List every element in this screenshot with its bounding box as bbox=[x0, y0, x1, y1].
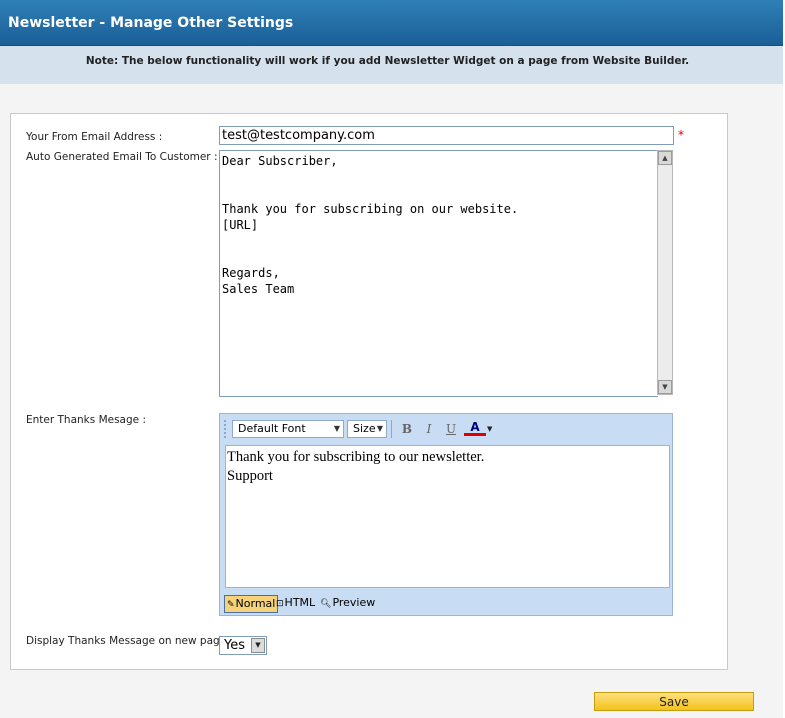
note-text: Note: The below functionality will work … bbox=[85, 55, 690, 67]
bold-button[interactable]: B bbox=[398, 421, 416, 437]
italic-button[interactable]: I bbox=[420, 421, 438, 437]
select-value: Yes bbox=[224, 638, 245, 653]
font-color-icon: A bbox=[470, 420, 480, 434]
save-button[interactable]: Save bbox=[594, 692, 754, 711]
thanks-message-label: Enter Thanks Mesage : bbox=[26, 414, 146, 426]
required-marker: * bbox=[678, 128, 684, 142]
mode-normal-button[interactable]: ✎Normal bbox=[224, 595, 279, 613]
auto-email-label: Auto Generated Email To Customer : bbox=[26, 151, 218, 163]
scroll-down-icon[interactable]: ▼ bbox=[658, 380, 672, 394]
from-email-field[interactable] bbox=[219, 126, 674, 145]
scroll-up-icon[interactable]: ▲ bbox=[658, 151, 672, 165]
auto-email-textarea[interactable]: Dear Subscriber, Thank you for subscribi… bbox=[219, 150, 658, 397]
magnifier-icon: 🔍︎ bbox=[320, 599, 332, 609]
editor-mode-bar: ✎Normal ⊡HTML 🔍︎Preview bbox=[224, 595, 664, 613]
chevron-down-icon[interactable]: ▼ bbox=[251, 638, 265, 653]
editor-text-line: Support bbox=[227, 468, 273, 484]
mode-normal-label: Normal bbox=[235, 597, 276, 610]
display-new-page-select[interactable]: Yes ▼ bbox=[219, 636, 267, 655]
chevron-down-icon[interactable]: ▼ bbox=[487, 425, 492, 433]
mode-html-label: HTML bbox=[284, 596, 316, 609]
chevron-down-icon: ▼ bbox=[333, 424, 340, 433]
from-email-label: Your From Email Address : bbox=[26, 131, 163, 143]
editor-text-line: Thank you for subscribing to our newslet… bbox=[227, 449, 485, 465]
note-banner: Note: The below functionality will work … bbox=[0, 46, 783, 84]
display-new-page-label: Display Thanks Message on new page: bbox=[26, 635, 230, 647]
chevron-down-icon: ▼ bbox=[376, 424, 383, 433]
font-select-value: Default Font bbox=[238, 422, 306, 435]
font-color-button[interactable]: A bbox=[464, 421, 486, 436]
thanks-message-editor: Default Font ▼ Size ▼ B I U A ▼ Thank yo… bbox=[219, 413, 673, 616]
toolbar-separator bbox=[391, 420, 392, 438]
size-select[interactable]: Size ▼ bbox=[347, 420, 387, 438]
page-header: Newsletter - Manage Other Settings bbox=[0, 0, 783, 46]
mode-preview-label: Preview bbox=[332, 596, 376, 609]
size-select-value: Size bbox=[353, 422, 376, 435]
editor-toolbar: Default Font ▼ Size ▼ B I U A ▼ bbox=[224, 418, 492, 440]
mode-html-button[interactable]: ⊡HTML bbox=[276, 595, 315, 611]
toolbar-grip-icon bbox=[224, 420, 229, 438]
textarea-scrollbar[interactable]: ▲ ▼ bbox=[657, 150, 673, 395]
underline-button[interactable]: U bbox=[442, 421, 460, 437]
edit-icon: ✎ bbox=[227, 600, 235, 610]
editor-content-area[interactable]: Thank you for subscribing to our newslet… bbox=[225, 445, 670, 588]
font-select[interactable]: Default Font ▼ bbox=[232, 420, 344, 438]
mode-preview-button[interactable]: 🔍︎Preview bbox=[320, 595, 375, 611]
page-title: Newsletter - Manage Other Settings bbox=[8, 15, 294, 31]
html-icon: ⊡ bbox=[276, 599, 284, 609]
